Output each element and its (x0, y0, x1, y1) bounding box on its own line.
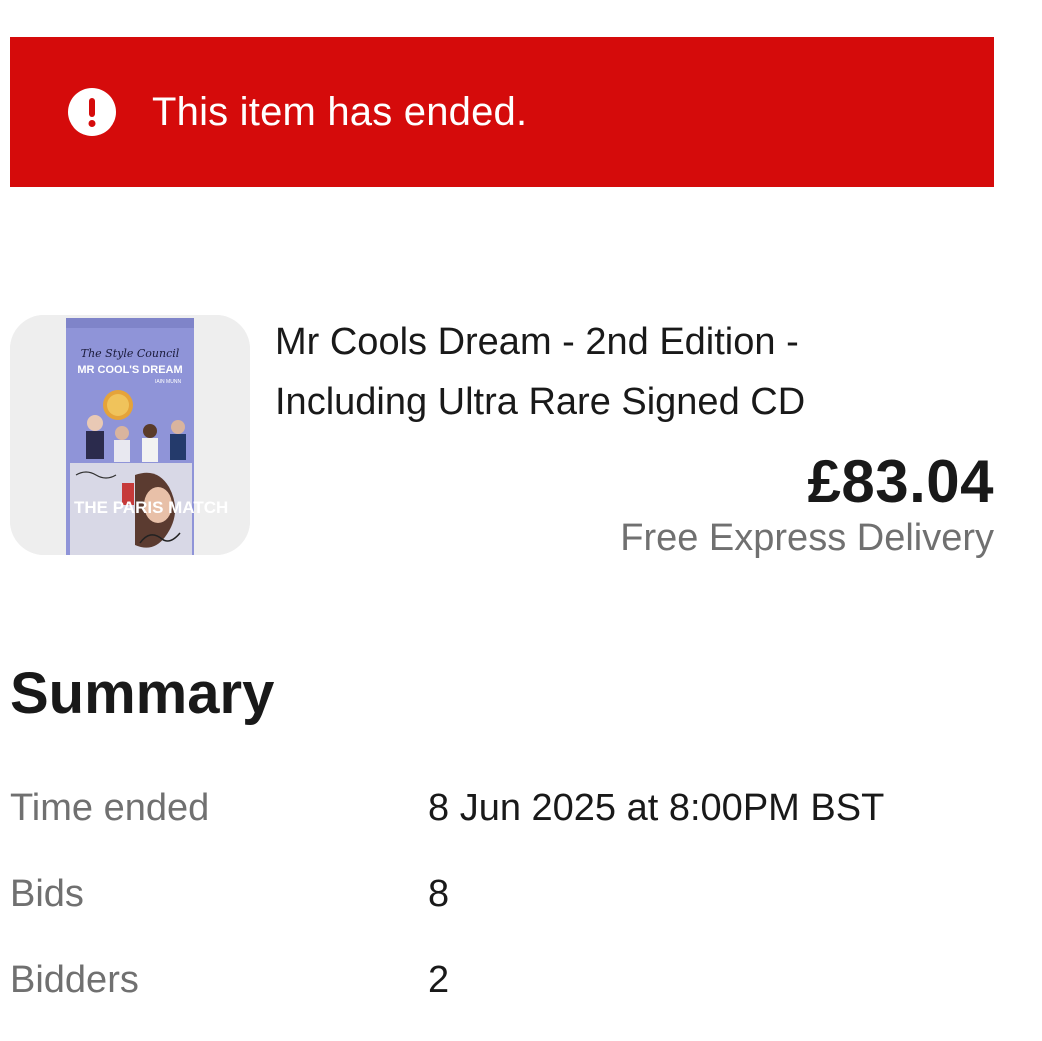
item-ended-banner: This item has ended. (10, 37, 994, 187)
product-title[interactable]: Mr Cools Dream - 2nd Edition - Including… (275, 312, 975, 432)
product-title-line-1: Mr Cools Dream - 2nd Edition - (275, 321, 799, 363)
product-card[interactable]: The Style Council MR COOL'S DREAM IAIN M… (10, 312, 994, 562)
cover-band-name: The Style Council (81, 347, 180, 360)
summary-label: Time ended (10, 787, 210, 829)
alert-circle-icon (68, 88, 116, 136)
summary-row-bidders: Bidders 2 (10, 959, 994, 1009)
summary-row-bids: Bids 8 (10, 873, 994, 923)
summary-row-time-ended: Time ended 8 Jun 2025 at 8:00PM BST (10, 787, 994, 837)
product-title-line-2: Including Ultra Rare Signed CD (275, 381, 806, 423)
product-thumbnail[interactable]: The Style Council MR COOL'S DREAM IAIN M… (10, 315, 250, 555)
summary-value: 2 (428, 959, 450, 1001)
delivery-info: Free Express Delivery (620, 517, 994, 559)
cover-author: IAIN MUNN (155, 379, 182, 385)
summary-value: 8 (428, 873, 450, 915)
cover-book-title: MR COOL'S DREAM (77, 364, 182, 376)
summary-value: 8 Jun 2025 at 8:00PM BST (428, 787, 885, 829)
banner-message: This item has ended. (152, 89, 528, 134)
cd-title: THE PARIS MATCH (74, 498, 228, 517)
summary-label: Bids (10, 873, 84, 915)
summary-heading: Summary (10, 661, 275, 726)
summary-label: Bidders (10, 959, 139, 1001)
product-price: £83.04 (807, 448, 994, 515)
